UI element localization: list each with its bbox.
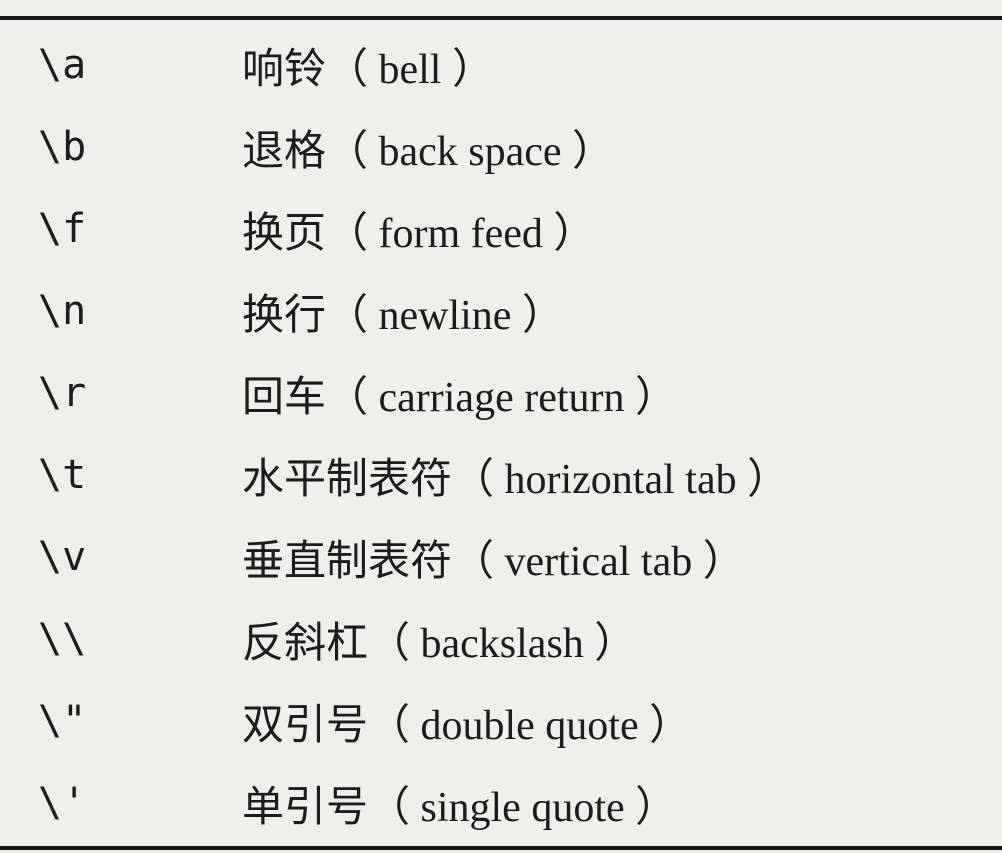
escape-code: \' (38, 780, 87, 826)
table-row: \b 退格（ back space ） (0, 106, 1002, 188)
table-row: \" 双引号（ double quote ） (0, 680, 1002, 762)
bottom-rule (0, 846, 1002, 850)
escape-description: 垂直制表符（ vertical tab ） (242, 538, 745, 585)
table-row: \' 单引号（ single quote ） (0, 762, 1002, 844)
escape-code: \v (38, 534, 87, 580)
escape-code: \b (38, 124, 87, 170)
escape-description: 退格（ back space ） (242, 128, 615, 175)
table-row: \f 换页（ form feed ） (0, 188, 1002, 270)
escape-description: 反斜杠（ backslash ） (242, 620, 637, 667)
escape-code: \f (38, 206, 87, 252)
escape-code: \n (38, 288, 87, 334)
escape-code: \" (38, 698, 87, 744)
escape-code: \t (38, 452, 87, 498)
table-row: \n 换行（ newline ） (0, 270, 1002, 352)
escape-description: 回车（ carriage return ） (242, 374, 677, 421)
escape-code: \r (38, 370, 87, 416)
table-row: \\ 反斜杠（ backslash ） (0, 598, 1002, 680)
table-row: \v 垂直制表符（ vertical tab ） (0, 516, 1002, 598)
escape-code: \a (38, 42, 87, 88)
escape-description: 换页（ form feed ） (242, 210, 596, 257)
escape-description: 水平制表符（ horizontal tab ） (242, 456, 790, 503)
top-rule (0, 16, 1002, 20)
table-row: \a 响铃（ bell ） (0, 24, 1002, 106)
escape-description: 响铃（ bell ） (242, 46, 494, 93)
escape-description: 单引号（ single quote ） (242, 784, 678, 831)
escape-description: 双引号（ double quote ） (242, 702, 692, 749)
table-row: \t 水平制表符（ horizontal tab ） (0, 434, 1002, 516)
escape-description: 换行（ newline ） (242, 292, 564, 339)
escape-code: \\ (38, 616, 87, 662)
table-row: \r 回车（ carriage return ） (0, 352, 1002, 434)
